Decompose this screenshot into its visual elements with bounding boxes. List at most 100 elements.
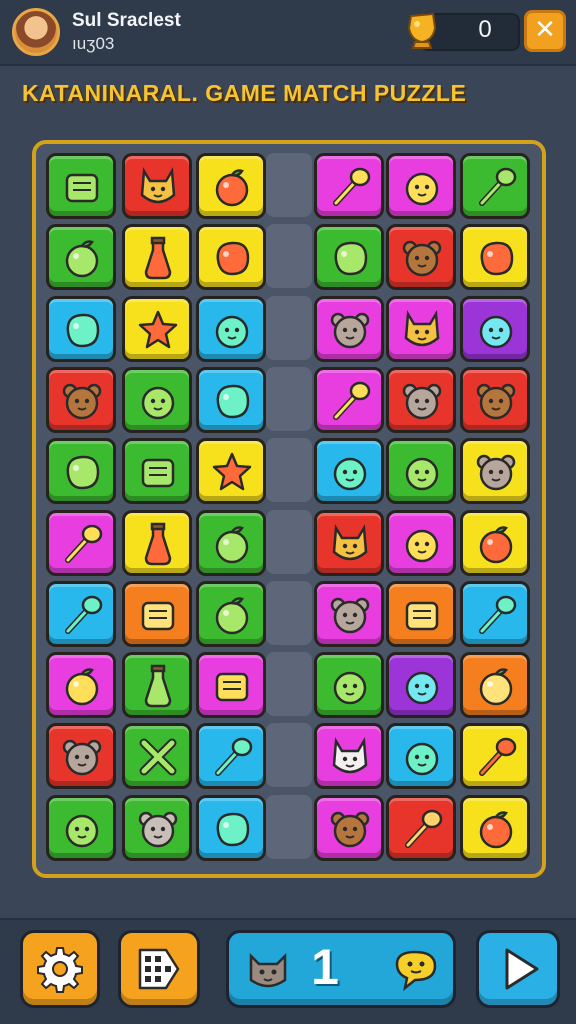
strawberry-icon	[215, 526, 249, 564]
slime-face-icon	[215, 315, 249, 349]
grid-tag-icon	[138, 948, 180, 990]
tile-left-r10-c2[interactable]	[122, 795, 192, 861]
close-icon: ✕	[534, 15, 556, 45]
tile-left-r6-c3[interactable]	[196, 510, 266, 576]
tile-right-r8-c2[interactable]	[386, 652, 456, 718]
tile-right-r1-c2[interactable]	[386, 153, 456, 219]
tile-right-r7-c1[interactable]	[314, 581, 384, 647]
tile-right-r5-c3[interactable]	[460, 438, 530, 504]
tile-left-r4-c1[interactable]	[46, 367, 116, 433]
tile-right-r4-c2[interactable]	[386, 367, 456, 433]
settings-button[interactable]	[20, 930, 100, 1008]
tile-left-r10-c3[interactable]	[196, 795, 266, 861]
gutter-slot	[266, 581, 312, 645]
tile-right-r10-c3[interactable]	[460, 795, 530, 861]
puzzle-icon	[405, 601, 439, 631]
tile-left-r3-c2[interactable]	[122, 296, 192, 362]
tile-left-r1-c1[interactable]	[46, 153, 116, 219]
tile-right-r9-c3[interactable]	[460, 723, 530, 789]
tile-right-r2-c1[interactable]	[314, 224, 384, 290]
tile-right-r6-c2[interactable]	[386, 510, 456, 576]
tile-right-r3-c3[interactable]	[460, 296, 530, 362]
tile-left-r1-c2[interactable]	[122, 153, 192, 219]
gutter-slot	[266, 438, 312, 502]
corn-icon	[216, 812, 250, 847]
tile-right-r2-c2[interactable]	[386, 224, 456, 290]
carrot-box-icon	[65, 173, 99, 203]
mouse-face-icon	[330, 597, 370, 634]
chat-face-icon	[65, 814, 99, 848]
ghost-icon	[141, 386, 175, 420]
tile-left-r3-c3[interactable]	[196, 296, 266, 362]
play-button[interactable]	[476, 930, 560, 1008]
gutter-slot	[266, 795, 312, 859]
tile-right-r2-c3[interactable]	[460, 224, 530, 290]
tile-left-r3-c1[interactable]	[46, 296, 116, 362]
tile-right-r5-c1[interactable]	[314, 438, 384, 504]
tile-right-r8-c3[interactable]	[460, 652, 530, 718]
tile-left-r9-c1[interactable]	[46, 723, 116, 789]
cat-face-icon	[249, 952, 287, 988]
mouse-face-icon	[330, 312, 370, 349]
tile-left-r8-c2[interactable]	[122, 652, 192, 718]
tile-left-r8-c1[interactable]	[46, 652, 116, 718]
tile-left-r9-c3[interactable]	[196, 723, 266, 789]
tile-right-r3-c1[interactable]	[314, 296, 384, 362]
tile-left-r2-c2[interactable]	[122, 224, 192, 290]
close-button[interactable]: ✕	[524, 10, 566, 52]
player-avatar[interactable]	[12, 8, 60, 56]
ghost-icon	[333, 457, 367, 491]
tile-left-r6-c2[interactable]	[122, 510, 192, 576]
tile-left-r6-c1[interactable]	[46, 510, 116, 576]
gear-icon	[37, 947, 83, 993]
tile-left-r4-c3[interactable]	[196, 367, 266, 433]
tile-left-r5-c1[interactable]	[46, 438, 116, 504]
tile-left-r7-c2[interactable]	[122, 581, 192, 647]
tile-right-r7-c2[interactable]	[386, 581, 456, 647]
candy-icon	[479, 526, 513, 564]
tile-right-r9-c1[interactable]	[314, 723, 384, 789]
tile-right-r1-c3[interactable]	[460, 153, 530, 219]
tile-right-r1-c1[interactable]	[314, 153, 384, 219]
tile-left-r7-c3[interactable]	[196, 581, 266, 647]
tile-left-r5-c3[interactable]	[196, 438, 266, 504]
player-subtitle: ıuʒ03	[72, 34, 115, 53]
broom-icon	[65, 595, 103, 634]
tile-right-r7-c3[interactable]	[460, 581, 530, 647]
tile-right-r3-c2[interactable]	[386, 296, 456, 362]
sun-face-icon	[405, 457, 439, 491]
tile-right-r5-c2[interactable]	[386, 438, 456, 504]
tile-right-r4-c3[interactable]	[460, 367, 530, 433]
tile-left-r7-c1[interactable]	[46, 581, 116, 647]
tile-right-r8-c1[interactable]	[314, 652, 384, 718]
monster-face-icon	[479, 315, 513, 349]
matchstick-icon	[479, 737, 517, 776]
yarn-ball-icon	[66, 455, 100, 490]
tile-left-r8-c3[interactable]	[196, 652, 266, 718]
tile-right-r4-c1[interactable]	[314, 367, 384, 433]
tile-left-r2-c1[interactable]	[46, 224, 116, 290]
tile-left-r1-c3[interactable]	[196, 153, 266, 219]
tile-right-r10-c2[interactable]	[386, 795, 456, 861]
tile-left-r4-c2[interactable]	[122, 367, 192, 433]
tomato-icon	[215, 597, 249, 635]
gutter-slot	[266, 296, 312, 360]
gutter-slot	[266, 367, 312, 431]
tile-left-r10-c1[interactable]	[46, 795, 116, 861]
tile-right-r6-c1[interactable]	[314, 510, 384, 576]
mouse-face-icon	[62, 739, 102, 776]
tile-left-r5-c2[interactable]	[122, 438, 192, 504]
tile-right-r6-c3[interactable]	[460, 510, 530, 576]
star-icon	[212, 452, 252, 491]
speech-bubble-icon	[216, 241, 250, 276]
tile-right-r9-c2[interactable]	[386, 723, 456, 789]
sailboat-icon	[215, 672, 249, 702]
grid-menu-button[interactable]	[118, 930, 200, 1008]
tile-left-r9-c2[interactable]	[122, 723, 192, 789]
tile-right-r10-c1[interactable]	[314, 795, 384, 861]
gutter-slot	[266, 652, 312, 716]
tile-left-r2-c3[interactable]	[196, 224, 266, 290]
bear-face-icon	[330, 811, 370, 848]
gutter-slot	[266, 153, 312, 217]
fish-face-icon	[405, 742, 439, 776]
